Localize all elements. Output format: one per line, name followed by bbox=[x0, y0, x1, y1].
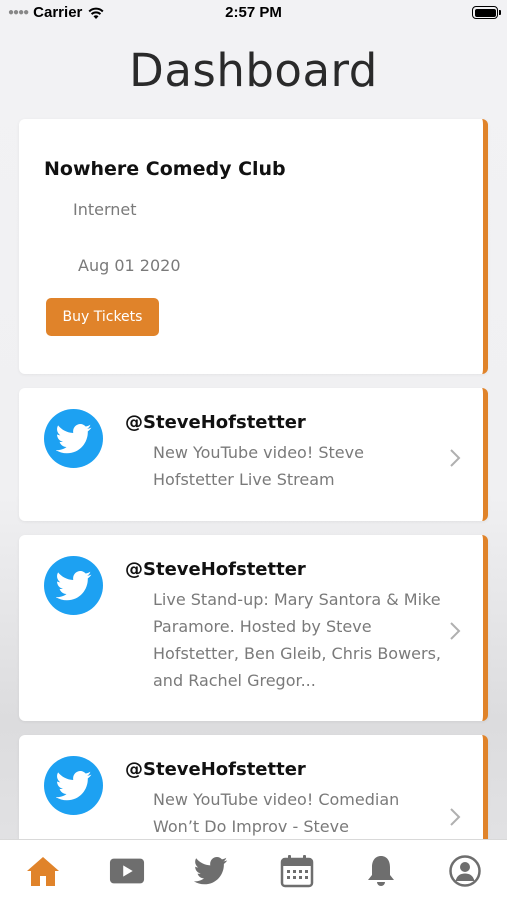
twitter-avatar-icon bbox=[44, 556, 103, 615]
tweet-card[interactable]: @SteveHofstetter Live Stand-up: Mary San… bbox=[19, 535, 488, 721]
page-title: Dashboard bbox=[129, 44, 378, 97]
buy-tickets-button[interactable]: Buy Tickets bbox=[46, 298, 159, 336]
chevron-right-icon bbox=[450, 449, 461, 467]
tab-profile[interactable] bbox=[447, 854, 483, 888]
status-bar: ●●●● Carrier 2:57 PM bbox=[0, 0, 507, 28]
event-card[interactable]: Nowhere Comedy Club Internet Aug 01 2020… bbox=[19, 119, 488, 374]
battery-icon bbox=[472, 6, 501, 19]
event-title: Nowhere Comedy Club bbox=[44, 158, 286, 180]
tweet-text: New YouTube video! Steve Hofstetter Live… bbox=[153, 443, 364, 489]
tab-bar bbox=[0, 839, 507, 900]
user-icon bbox=[449, 855, 481, 887]
chevron-right-icon bbox=[450, 808, 461, 826]
bell-icon bbox=[368, 856, 394, 886]
twitter-avatar-icon bbox=[44, 756, 103, 815]
tweet-handle: @SteveHofstetter bbox=[125, 412, 306, 433]
tab-home[interactable] bbox=[25, 854, 61, 888]
tab-notifications[interactable] bbox=[363, 854, 399, 888]
status-time: 2:57 PM bbox=[225, 4, 282, 21]
tab-calendar[interactable] bbox=[279, 854, 315, 888]
tweet-card[interactable]: @SteveHofstetter New YouTube video! Stev… bbox=[19, 388, 488, 521]
tab-youtube[interactable] bbox=[109, 854, 145, 888]
tweet-text: New YouTube video! Comedian Won’t Do Imp… bbox=[153, 790, 400, 836]
event-date: Aug 01 2020 bbox=[78, 256, 181, 275]
calendar-icon bbox=[280, 855, 314, 888]
event-location: Internet bbox=[73, 200, 137, 219]
twitter-icon bbox=[194, 857, 228, 885]
twitter-avatar-icon bbox=[44, 409, 103, 468]
tweet-text: Live Stand-up: Mary Santora & Mike Param… bbox=[153, 590, 442, 690]
home-icon bbox=[27, 857, 59, 886]
tab-twitter[interactable] bbox=[193, 854, 229, 888]
tweet-handle: @SteveHofstetter bbox=[125, 559, 306, 580]
chevron-right-icon bbox=[450, 622, 461, 640]
youtube-icon bbox=[109, 858, 145, 884]
tweet-handle: @SteveHofstetter bbox=[125, 759, 306, 780]
